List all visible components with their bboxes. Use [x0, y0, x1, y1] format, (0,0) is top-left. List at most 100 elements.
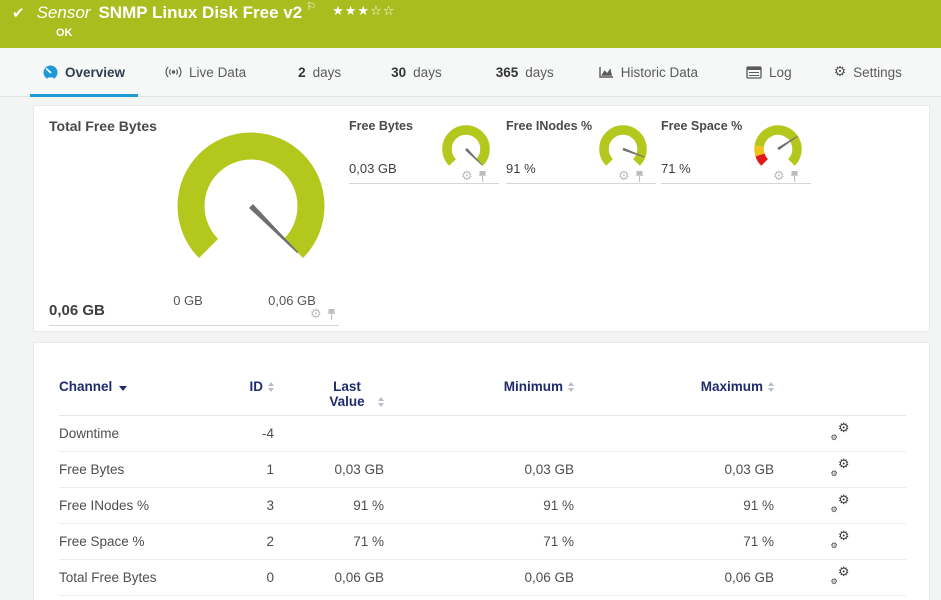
- column-header-id[interactable]: ID: [209, 371, 274, 416]
- tab-label: Log: [769, 64, 792, 80]
- channels-table: Channel ID Last Value Minimum Maximum Do…: [59, 371, 906, 596]
- channel-name[interactable]: Downtime: [59, 415, 209, 452]
- channel-last-value: 0,06 GB: [274, 559, 384, 596]
- tab-historic-data[interactable]: Historic Data: [585, 48, 711, 96]
- gear-icon[interactable]: ⚙: [618, 169, 630, 184]
- gauge-separator: [661, 183, 811, 184]
- pin-icon[interactable]: [478, 170, 487, 183]
- tab-label: Historic Data: [620, 64, 699, 80]
- gauge-title: Free Space %: [661, 119, 743, 133]
- sensor-name: SNMP Linux Disk Free v2: [98, 3, 303, 22]
- gear-icon[interactable]: ⚙: [461, 169, 473, 184]
- gauge-cell-free-bytes: Free Bytes 0,03 GB ⚙: [349, 116, 499, 186]
- gauge-actions: ⚙: [310, 307, 336, 322]
- tab-unit: days: [312, 64, 342, 80]
- channel-id: 1: [209, 451, 274, 488]
- tab-2-days[interactable]: 2 days: [285, 48, 354, 96]
- column-header-maximum[interactable]: Maximum: [574, 371, 774, 416]
- priority-stars[interactable]: ★★★☆☆: [332, 3, 395, 19]
- gauge-value: 91 %: [506, 161, 536, 176]
- column-header-minimum[interactable]: Minimum: [384, 371, 574, 416]
- channel-maximum: 0,06 GB: [574, 559, 774, 596]
- channel-id: 3: [209, 487, 274, 524]
- tab-unit: days: [525, 64, 554, 80]
- channel-id: -4: [209, 415, 274, 452]
- gauge-separator: [349, 183, 499, 184]
- table-row: Free Bytes 1 0,03 GB 0,03 GB 0,03 GB ⚙ ⚙: [59, 451, 906, 488]
- tab-unit: days: [413, 64, 442, 80]
- channel-minimum: 91 %: [384, 487, 574, 524]
- gauge-icon: [43, 65, 58, 79]
- channel-name[interactable]: Free Bytes: [59, 451, 209, 488]
- table-row: Downtime -4 ⚙ ⚙: [59, 415, 906, 452]
- status-badge: OK: [56, 27, 73, 39]
- main-gauge-value: 0,06 GB: [49, 302, 105, 319]
- column-header-last-value[interactable]: Last Value: [274, 371, 384, 416]
- table-row: Free INodes % 3 91 % 91 % 91 % ⚙ ⚙: [59, 487, 906, 524]
- sort-icon: [768, 382, 774, 393]
- log-list-icon: [746, 65, 762, 79]
- table-row: Free Space % 2 71 % 71 % 71 % ⚙ ⚙: [59, 523, 906, 560]
- channel-settings-gears-icon[interactable]: ⚙ ⚙: [831, 493, 850, 514]
- tab-30-days[interactable]: 30 days: [378, 48, 455, 96]
- table-row: Total Free Bytes 0 0,06 GB 0,06 GB 0,06 …: [59, 559, 906, 596]
- channel-last-value: [274, 415, 384, 452]
- tab-live-data[interactable]: Live Data: [152, 48, 259, 96]
- status-ok-check-icon: ✔: [12, 4, 25, 22]
- gauge-value: 0,03 GB: [349, 161, 397, 176]
- gauge-max-label: 0,06 GB: [268, 293, 316, 308]
- tab-bar: Overview Live Data 2 days 30 days 365 da…: [0, 48, 941, 97]
- channel-maximum: 71 %: [574, 523, 774, 560]
- channel-maximum: 91 %: [574, 487, 774, 524]
- gauge-min-label: 0 GB: [173, 293, 203, 308]
- sort-icon: [378, 397, 384, 408]
- priority-flag-icon[interactable]: ⚐: [306, 0, 316, 13]
- gauge-title: Free Bytes: [349, 119, 413, 133]
- channel-settings-gears-icon[interactable]: ⚙ ⚙: [831, 529, 850, 550]
- sort-icon: [268, 382, 274, 393]
- stars-empty[interactable]: ☆☆: [370, 4, 395, 19]
- pin-icon[interactable]: [790, 170, 799, 183]
- channel-minimum: 71 %: [384, 523, 574, 560]
- gauge-title: Free INodes %: [506, 119, 593, 133]
- gauge-separator: [506, 183, 656, 184]
- tab-365-days[interactable]: 365 days: [483, 48, 567, 96]
- column-header-channel[interactable]: Channel: [59, 371, 209, 416]
- gear-icon: ⚙: [833, 64, 847, 80]
- gear-icon[interactable]: ⚙: [773, 169, 785, 184]
- main-gauge-title: Total Free Bytes: [49, 118, 157, 134]
- channel-name[interactable]: Free Space %: [59, 523, 209, 560]
- pin-icon[interactable]: [327, 308, 336, 321]
- channel-name[interactable]: Total Free Bytes: [59, 559, 209, 596]
- gauge-separator: [49, 325, 339, 326]
- channel-settings-gears-icon[interactable]: ⚙ ⚙: [831, 457, 850, 478]
- channel-last-value: 71 %: [274, 523, 384, 560]
- channel-id: 2: [209, 523, 274, 560]
- tab-number: 2: [298, 64, 306, 80]
- channels-panel: Channel ID Last Value Minimum Maximum Do…: [33, 342, 930, 600]
- tab-settings[interactable]: ⚙ Settings: [821, 48, 915, 96]
- channel-name[interactable]: Free INodes %: [59, 487, 209, 524]
- channel-minimum: [384, 415, 574, 452]
- sensor-status-banner: ✔ Sensor SNMP Linux Disk Free v2 ⚐ ★★★☆☆…: [0, 0, 941, 48]
- area-chart-icon: [599, 67, 613, 78]
- gauge-actions: ⚙: [773, 169, 799, 184]
- channel-last-value: 91 %: [274, 487, 384, 524]
- total-free-bytes-gauge: [177, 132, 325, 258]
- channel-last-value: 0,03 GB: [274, 451, 384, 488]
- channel-id: 0: [209, 559, 274, 596]
- tab-label: Overview: [65, 64, 126, 80]
- channel-settings-gears-icon[interactable]: ⚙ ⚙: [831, 565, 850, 586]
- table-header-row: Channel ID Last Value Minimum Maximum: [59, 371, 906, 416]
- gauges-panel: Total Free Bytes 0 GB 0,06 GB 0,06 GB ⚙ …: [33, 105, 930, 332]
- tab-label: Settings: [853, 64, 902, 80]
- gauge-cell-free-space: Free Space % 71 % ⚙: [661, 116, 811, 186]
- tab-overview[interactable]: Overview: [30, 48, 139, 97]
- pin-icon[interactable]: [635, 170, 644, 183]
- channel-minimum: 0,06 GB: [384, 559, 574, 596]
- tab-log[interactable]: Log: [733, 48, 805, 96]
- stars-filled[interactable]: ★★★: [332, 4, 370, 19]
- channel-maximum: 0,03 GB: [574, 451, 774, 488]
- gear-icon[interactable]: ⚙: [310, 307, 322, 322]
- channel-settings-gears-icon[interactable]: ⚙ ⚙: [831, 421, 850, 442]
